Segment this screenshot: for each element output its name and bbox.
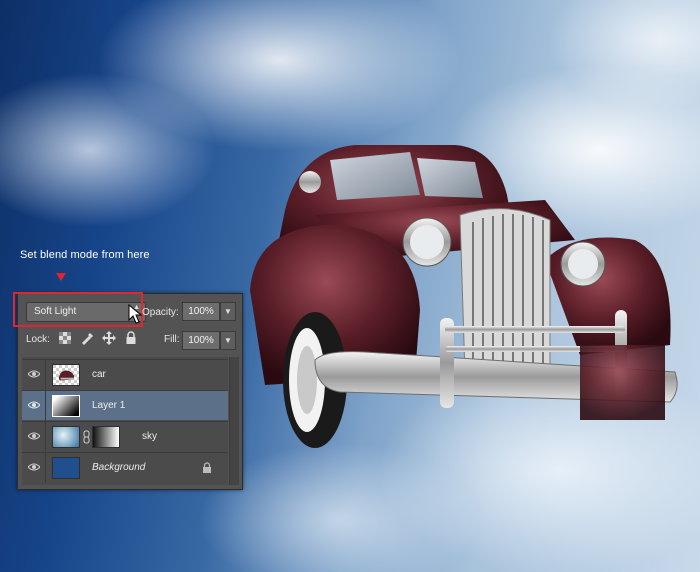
chain-link-icon[interactable] — [83, 430, 90, 444]
lock-image-pixels-icon[interactable] — [80, 331, 94, 345]
lock-row: Lock: Fill: 100% ▼ — [18, 328, 242, 352]
layer-name: Background — [92, 462, 146, 473]
blend-mode-highlight — [13, 292, 143, 327]
layer-name: Layer 1 — [92, 400, 126, 411]
layer-mask-thumbnail-icon[interactable] — [92, 426, 120, 448]
layer-row-layer-1[interactable]: Layer 1 — [22, 390, 228, 421]
divider — [45, 391, 46, 421]
opacity-dropdown-icon[interactable]: ▼ — [220, 302, 236, 321]
opacity-field[interactable]: 100% — [182, 302, 220, 321]
layers-scrollbar[interactable] — [229, 357, 239, 485]
blend-row: Soft Light ▲▼ Opacity: 100% ▼ — [13, 292, 242, 327]
eye-visibility-icon[interactable] — [28, 368, 40, 380]
layer-row-car[interactable]: car — [22, 359, 228, 390]
mouse-pointer-icon — [128, 304, 142, 324]
blue-fill-thumbnail-icon — [52, 457, 80, 479]
padlock-icon — [203, 462, 211, 473]
lock-label: Lock: — [26, 334, 50, 345]
lock-position-icon[interactable] — [102, 331, 116, 345]
lock-transparent-pixels-icon[interactable] — [58, 331, 72, 345]
layer-row-background[interactable]: Background — [22, 452, 228, 483]
blend-mode-caption: Set blend mode from here — [20, 249, 150, 261]
sky-thumbnail-icon — [52, 426, 80, 448]
red-arrow-down-icon — [56, 273, 66, 281]
gradient-thumbnail-icon — [52, 395, 80, 417]
fill-label: Fill: — [164, 334, 180, 345]
divider — [45, 360, 46, 390]
divider — [45, 422, 46, 452]
fill-field[interactable]: 100% — [182, 331, 220, 350]
lock-all-icon[interactable] — [124, 331, 138, 345]
layer-name: sky — [142, 431, 157, 442]
layer-row-sky[interactable]: sky — [22, 421, 228, 452]
layers-panel: Soft Light ▲▼ Opacity: 100% ▼ Lock: Fill… — [13, 292, 243, 490]
layers-list: car Layer 1 sky Background — [22, 357, 228, 485]
car-thumbnail-icon — [52, 364, 80, 386]
eye-visibility-icon[interactable] — [28, 430, 40, 442]
divider — [45, 453, 46, 483]
vintage-car-image — [250, 145, 678, 448]
layer-name: car — [92, 369, 106, 380]
fill-dropdown-icon[interactable]: ▼ — [220, 331, 236, 350]
opacity-label: Opacity: — [142, 307, 179, 318]
eye-visibility-icon[interactable] — [28, 461, 40, 473]
eye-visibility-icon[interactable] — [28, 399, 40, 411]
